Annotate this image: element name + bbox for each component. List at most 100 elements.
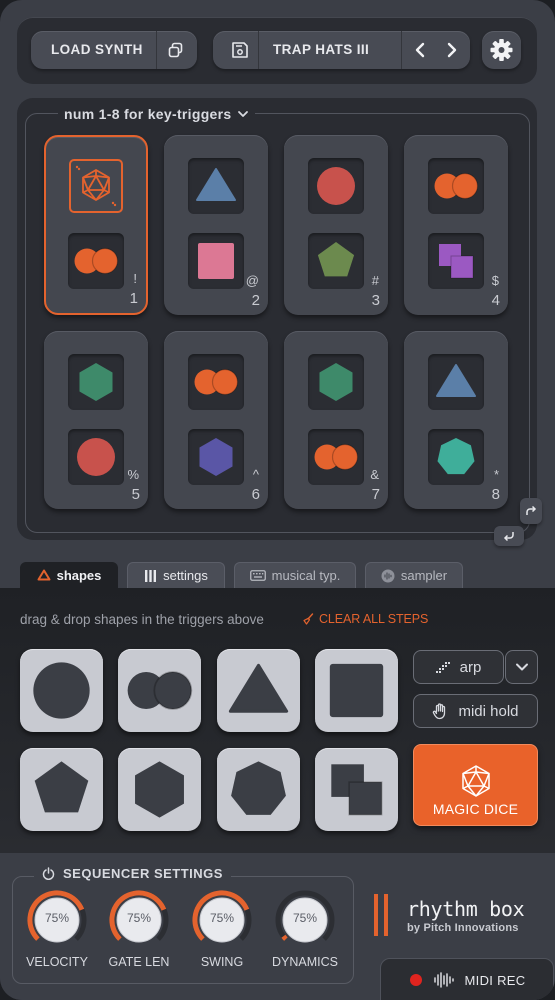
arp-button[interactable]: arp	[413, 650, 504, 684]
circle-icon	[33, 662, 90, 719]
shape-hexagon-button[interactable]	[118, 748, 201, 831]
tab-settings[interactable]: settings	[127, 562, 225, 588]
knob-value: 75%	[44, 911, 70, 925]
shape-two-squares-button[interactable]	[315, 748, 398, 831]
pad-number: 6	[251, 486, 260, 503]
arp-icon	[435, 662, 450, 673]
prev-preset-icon[interactable]	[407, 31, 435, 69]
top-bar: LOAD SYNTH TRAP HATS III	[17, 17, 537, 84]
pad-8[interactable]: * 8	[404, 331, 508, 509]
clear-all-steps-button[interactable]: CLEAR ALL STEPS	[302, 612, 428, 626]
pad-top-slot[interactable]	[428, 158, 484, 214]
pad-2[interactable]: @2	[164, 135, 268, 315]
knob-velocity[interactable]: 75%	[26, 889, 88, 951]
two-squares-icon	[439, 244, 474, 279]
pad-bottom-slot[interactable]	[428, 429, 484, 485]
redo-icon	[526, 505, 537, 515]
triangle-icon	[228, 663, 289, 713]
arp-dropdown[interactable]	[505, 650, 538, 684]
load-synth-button[interactable]: LOAD SYNTH	[51, 42, 143, 57]
chevron-down-icon	[515, 663, 528, 671]
pad-7[interactable]: & 7	[284, 331, 388, 509]
knob-dynamics[interactable]: 75%	[274, 889, 336, 951]
pad-key-symbol: $	[491, 273, 499, 288]
magic-dice-button[interactable]: MAGIC DICE	[413, 744, 538, 826]
pad-bottom-slot[interactable]	[67, 232, 124, 289]
pad-top-slot[interactable]	[188, 354, 244, 410]
shape-square-button[interactable]	[315, 649, 398, 732]
shape-double-circle-button[interactable]	[118, 649, 201, 732]
knob-value: 75%	[126, 911, 152, 925]
double-circle-icon	[127, 671, 193, 710]
undo-button[interactable]	[494, 526, 524, 546]
double-circle-icon	[314, 443, 359, 471]
pentagon-icon	[317, 242, 355, 277]
pad-key-symbol: %	[127, 467, 139, 482]
preset-name[interactable]: TRAP HATS III	[273, 42, 369, 57]
pentagon-icon	[34, 761, 89, 813]
pad-1[interactable]: ! 1	[44, 135, 148, 315]
triangle-icon	[436, 364, 476, 397]
pad-key-symbol: ^	[252, 467, 259, 482]
heptagon-icon	[437, 438, 475, 475]
double-circle-icon	[74, 247, 118, 274]
pad-number: 4	[491, 292, 500, 309]
shape-circle-button[interactable]	[20, 649, 103, 732]
pad-number: 2	[251, 292, 260, 309]
pad-top-slot[interactable]	[68, 158, 124, 214]
pad-bottom-slot[interactable]	[428, 233, 484, 289]
pad-5[interactable]: % 5	[44, 331, 148, 509]
key-trigger-dropdown[interactable]: num 1-8 for key-triggers	[58, 103, 256, 125]
undo-icon	[503, 532, 514, 542]
knob-swing[interactable]: 75%	[191, 889, 253, 951]
pad-6[interactable]: ^ 6	[164, 331, 268, 509]
pad-bottom-slot[interactable]	[188, 233, 244, 289]
shape-pentagon-button[interactable]	[20, 748, 103, 831]
pad-top-slot[interactable]	[428, 354, 484, 410]
brand-name: rhythm box	[407, 897, 525, 921]
double-circle-icon	[434, 172, 479, 200]
pad-top-slot[interactable]	[188, 158, 244, 214]
hand-icon	[433, 702, 446, 719]
square-icon	[329, 663, 384, 718]
knob-label: GATE LEN	[108, 955, 170, 969]
double-circle-icon	[194, 368, 239, 396]
next-preset-icon[interactable]	[437, 31, 465, 69]
pad-3[interactable]: #3	[284, 135, 388, 315]
gear-icon	[490, 39, 513, 61]
shape-triangle-button[interactable]	[217, 649, 300, 732]
rhythm-box-app: LOAD SYNTH TRAP HATS III num 1-8 for key…	[0, 0, 555, 1000]
redo-button[interactable]	[520, 498, 542, 524]
waveform-icon	[433, 972, 454, 988]
midi-hold-button[interactable]: midi hold	[413, 694, 538, 728]
pad-top-slot[interactable]	[308, 354, 364, 410]
sequencer-settings-title: SEQUENCER SETTINGS	[34, 866, 231, 881]
pad-top-slot[interactable]	[68, 354, 124, 410]
pad-bottom-slot[interactable]	[68, 429, 124, 485]
synth-group: LOAD SYNTH	[31, 31, 197, 69]
key-trigger-hint: num 1-8 for key-triggers	[64, 106, 232, 122]
drag-drop-hint: drag & drop shapes in the triggers above	[20, 612, 264, 627]
shape-heptagon-button[interactable]	[217, 748, 300, 831]
pad-number: 5	[131, 486, 140, 503]
pad-4[interactable]: $4	[404, 135, 508, 315]
heptagon-icon	[231, 761, 286, 815]
chevron-down-icon	[238, 111, 249, 117]
tab-sampler[interactable]: sampler	[365, 562, 463, 588]
settings-button[interactable]	[482, 31, 521, 69]
preset-group: TRAP HATS III	[213, 31, 470, 69]
tab-musical-typing[interactable]: musical typ.	[234, 562, 356, 588]
knob-gate-len[interactable]: 75%	[108, 889, 170, 951]
knob-label: SWING	[200, 955, 244, 969]
midi-rec-button[interactable]: MIDI REC	[380, 958, 554, 1000]
pad-bottom-slot[interactable]	[308, 233, 364, 289]
power-icon[interactable]	[42, 867, 55, 880]
pad-bottom-slot[interactable]	[188, 429, 244, 485]
save-icon[interactable]	[225, 31, 255, 69]
pad-bottom-slot[interactable]	[308, 429, 364, 485]
tab-shapes[interactable]: shapes	[20, 562, 118, 588]
knob-label: VELOCITY	[26, 955, 88, 969]
broom-icon	[303, 613, 314, 625]
copy-icon[interactable]	[157, 31, 197, 69]
pad-top-slot[interactable]	[308, 158, 364, 214]
